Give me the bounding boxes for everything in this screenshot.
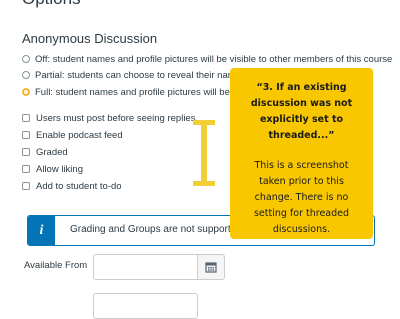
- checkbox-box[interactable]: [22, 182, 30, 190]
- ibeam-cursor-icon: [193, 120, 215, 186]
- radio-button[interactable]: [22, 71, 30, 79]
- info-icon: i: [28, 216, 55, 245]
- radio-button[interactable]: [22, 55, 30, 63]
- checkbox-student-todo[interactable]: Add to student to-do: [22, 178, 122, 194]
- checkbox-box[interactable]: [22, 114, 30, 122]
- checkbox-post-before-replies[interactable]: Users must post before seeing replies: [22, 110, 195, 126]
- annotation-callout: “3. If an existing discussion was not ex…: [230, 68, 373, 239]
- checkbox-graded[interactable]: Graded: [22, 144, 68, 160]
- radio-off[interactable]: Off: student names and profile pictures …: [22, 51, 392, 67]
- checkbox-label: Allow liking: [36, 163, 83, 175]
- checkbox-box[interactable]: [22, 165, 30, 173]
- checkbox-label: Graded: [36, 146, 68, 158]
- checkbox-label: Enable podcast feed: [36, 129, 123, 141]
- radio-full-label: Full: student names and profile pictures…: [35, 86, 262, 98]
- annotation-quote: “3. If an existing discussion was not ex…: [250, 82, 353, 141]
- checkbox-allow-liking[interactable]: Allow liking: [22, 161, 83, 177]
- radio-button-selected[interactable]: [22, 88, 30, 96]
- calendar-icon: [205, 262, 217, 273]
- radio-off-label: Off: student names and profile pictures …: [35, 53, 393, 65]
- checkbox-label: Users must post before seeing replies: [36, 112, 196, 124]
- checkbox-box[interactable]: [22, 148, 30, 156]
- radio-full[interactable]: Full: student names and profile pictures…: [22, 84, 261, 100]
- checkbox-box[interactable]: [22, 131, 30, 139]
- checkbox-podcast-feed[interactable]: Enable podcast feed: [22, 127, 123, 143]
- available-until-input[interactable]: [93, 293, 198, 319]
- page-heading: Options: [22, 0, 81, 9]
- checkbox-label: Add to student to-do: [36, 180, 122, 192]
- anonymous-discussion-title: Anonymous Discussion: [22, 31, 158, 46]
- available-from-label: Available From: [24, 260, 88, 271]
- calendar-button[interactable]: [197, 254, 225, 280]
- available-from-input[interactable]: [93, 254, 198, 280]
- annotation-body: This is a screenshot taken prior to this…: [253, 160, 350, 235]
